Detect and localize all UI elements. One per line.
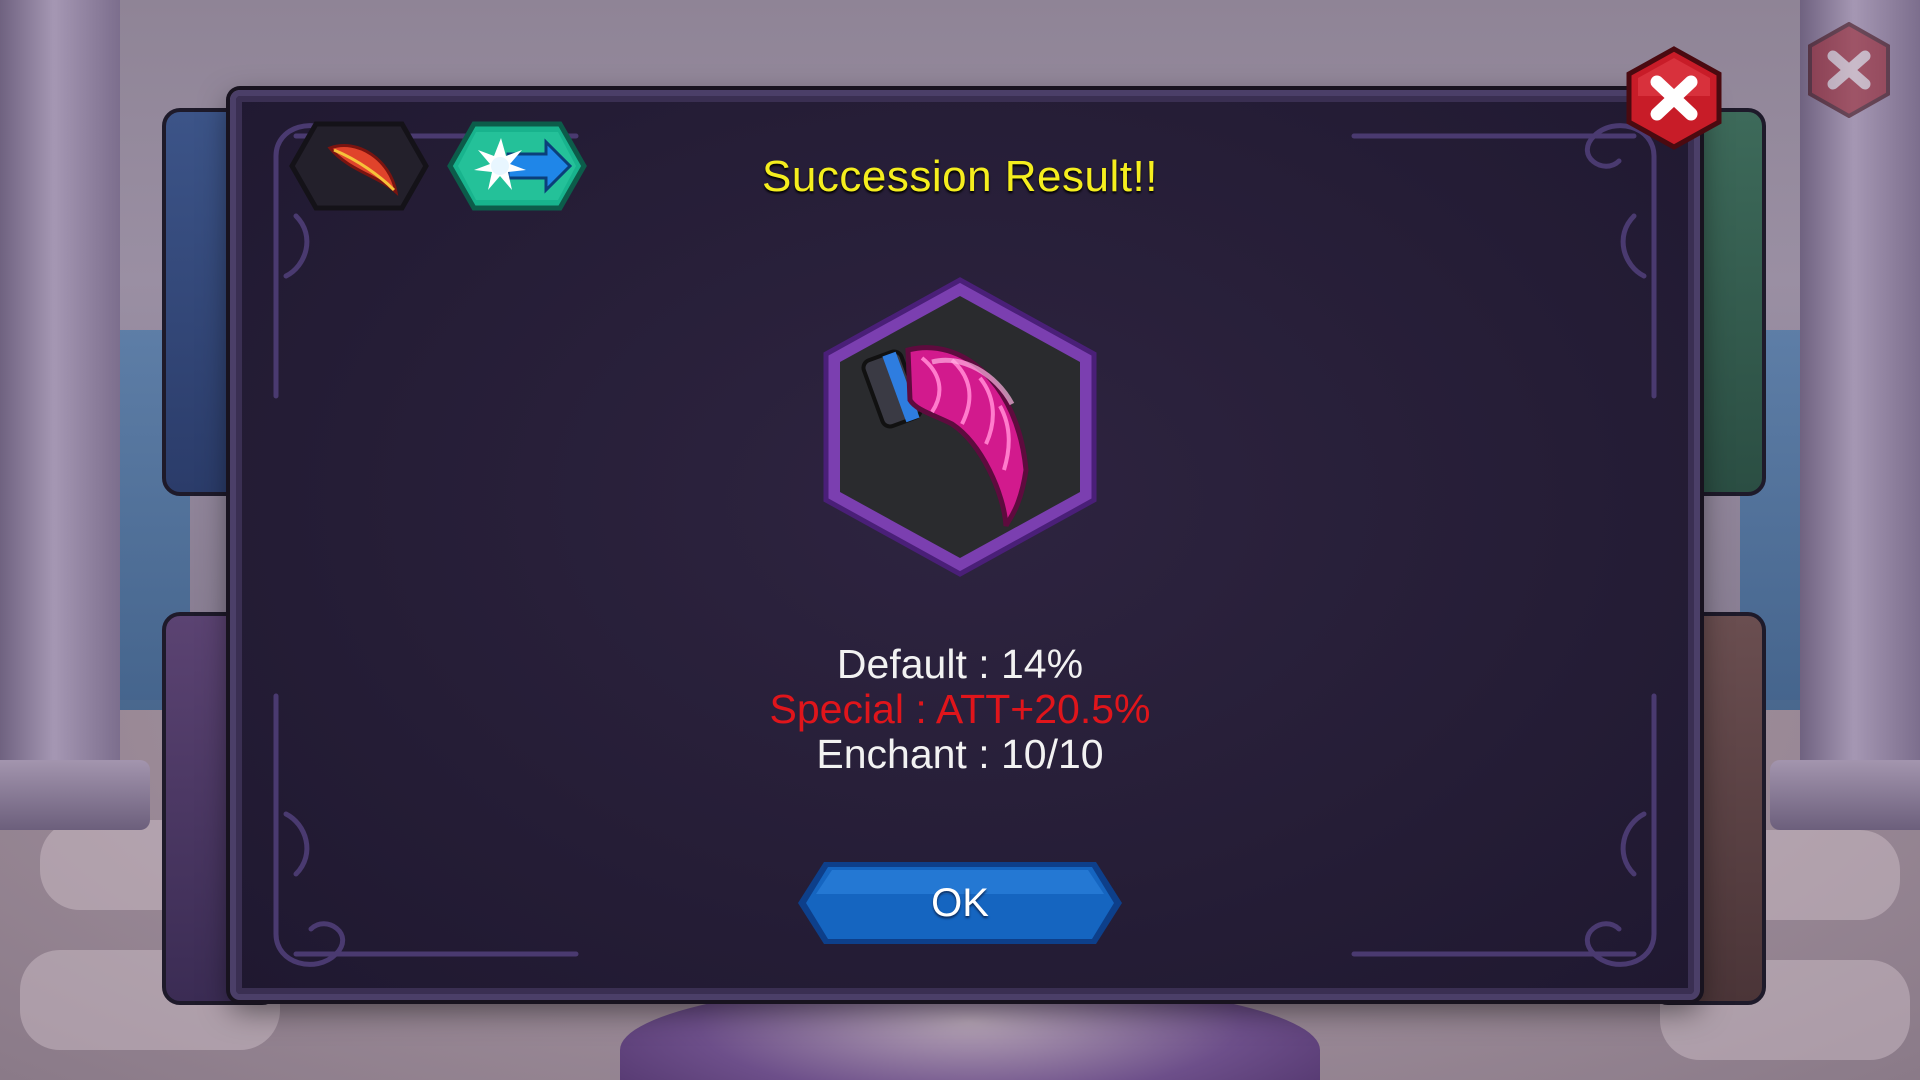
- ok-button[interactable]: OK: [794, 858, 1126, 948]
- stat-special: Special : ATT+20.5%: [769, 686, 1151, 732]
- stat-default: Default : 14%: [836, 641, 1084, 687]
- pillar-base: [1770, 760, 1920, 830]
- item-slot: [823, 277, 1097, 577]
- background-pillar: [1800, 0, 1920, 820]
- result-stats: Default : 14% Special : ATT+20.5% Enchan…: [560, 642, 1360, 777]
- stat-enchant: Enchant : 10/10: [816, 731, 1104, 777]
- background-close-icon: [1808, 22, 1890, 118]
- feather-tab-button[interactable]: [288, 120, 430, 212]
- background-pillar: [0, 0, 120, 820]
- close-button[interactable]: [1624, 46, 1724, 150]
- ok-button-label: OK: [931, 881, 989, 925]
- dialog-title: Succession Result!!: [762, 152, 1158, 201]
- pillar-base: [0, 760, 150, 830]
